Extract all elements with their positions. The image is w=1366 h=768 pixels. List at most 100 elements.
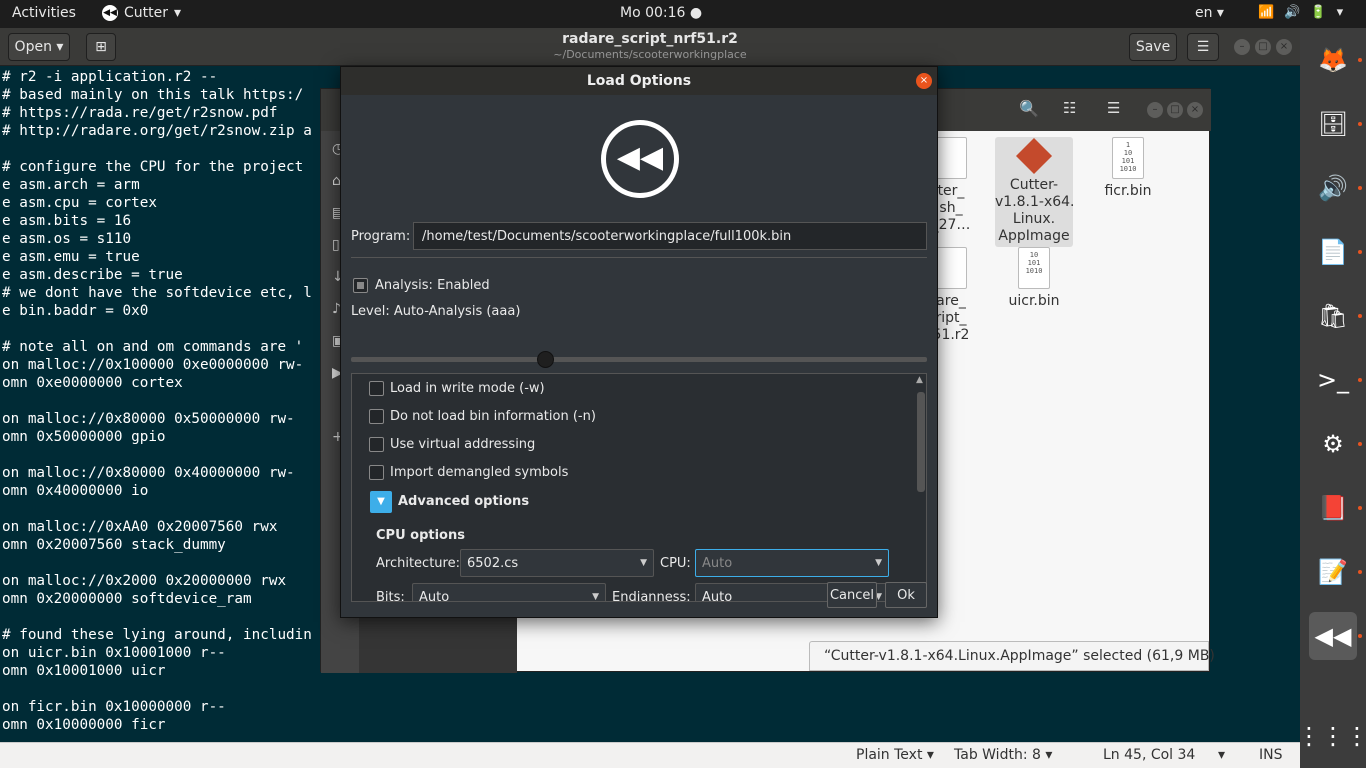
system-tray[interactable]: 📶 🔊 🔋 ▾ xyxy=(1258,5,1343,20)
close-icon[interactable]: × xyxy=(916,73,932,89)
tab-width-selector[interactable]: Tab Width: 8 ▾ xyxy=(954,747,1052,763)
running-indicator xyxy=(1358,186,1362,190)
menu-button[interactable]: ☰ xyxy=(1187,33,1219,61)
running-indicator xyxy=(1358,378,1362,382)
running-indicator xyxy=(1358,634,1362,638)
bits-value: Auto xyxy=(419,589,450,602)
scroll-up-icon[interactable]: ▲ xyxy=(916,375,923,385)
cutter-logo-icon: ◀◀ xyxy=(102,5,118,21)
file-item-selected[interactable]: Cutter- v1.8.1-x64. Linux. AppImage xyxy=(995,137,1075,247)
save-button[interactable]: Save xyxy=(1129,33,1177,61)
document-path: ~/Documents/scooterworkingplace xyxy=(553,48,747,61)
files-icon[interactable]: 🗄 xyxy=(1309,100,1357,148)
open-button[interactable]: Open ▾ xyxy=(8,33,70,61)
settings-icon[interactable]: ⚙ xyxy=(1309,420,1357,468)
options-scroll-area[interactable]: Load in write mode (-w) Do not load bin … xyxy=(351,373,927,602)
cursor-position: Ln 45, Col 34 xyxy=(1103,747,1196,763)
editor-statusbar: Plain Text ▾ Tab Width: 8 ▾ Ln 45, Col 3… xyxy=(0,742,1300,768)
minimize-icon[interactable]: – xyxy=(1234,39,1250,55)
options-scrollbar[interactable]: ▲ ▼ xyxy=(915,374,926,601)
running-indicator xyxy=(1358,506,1362,510)
language-indicator[interactable]: en ▾ xyxy=(1195,5,1224,21)
search-icon[interactable]: 🔍 xyxy=(1019,99,1039,118)
document-title: radare_script_nrf51.r2 xyxy=(562,31,738,47)
ruby-icon xyxy=(1015,137,1053,175)
running-indicator xyxy=(1358,314,1362,318)
architecture-label: Architecture: xyxy=(376,556,460,571)
endianness-label: Endianness: xyxy=(612,590,691,602)
analysis-checkbox[interactable] xyxy=(353,278,368,293)
bits-select[interactable]: Auto ▼ xyxy=(412,583,606,602)
firefox-icon[interactable]: 🦊 xyxy=(1309,36,1357,84)
cancel-button[interactable]: Cancel xyxy=(827,582,877,608)
new-tab-button[interactable]: ⊞ xyxy=(86,33,116,61)
new-document-icon: ⊞ xyxy=(95,39,107,55)
dialog-title: Load Options xyxy=(341,67,937,95)
file-item[interactable]: 1 10 101 1010 ficr.bin xyxy=(1099,137,1157,200)
software-icon[interactable]: 🛍 xyxy=(1309,292,1357,340)
file-name: uicr.bin xyxy=(1008,293,1060,309)
chevron-down-icon: ▼ xyxy=(875,558,882,568)
chevron-down-icon: ▾ xyxy=(1336,5,1344,20)
rhythmbox-icon[interactable]: 🔊 xyxy=(1309,164,1357,212)
no-bin-info-checkbox[interactable] xyxy=(369,409,384,424)
ok-button[interactable]: Ok xyxy=(885,582,927,608)
program-label: Program: xyxy=(351,229,411,244)
file-name: ficr.bin xyxy=(1104,183,1152,199)
file-icon[interactable]: ▯ xyxy=(332,237,340,253)
editor-headerbar: Open ▾ ⊞ radare_script_nrf51.r2 ~/Docume… xyxy=(0,28,1300,66)
slider-handle[interactable] xyxy=(537,351,554,368)
load-options-dialog: Load Options × ◀◀ Program: /home/test/Do… xyxy=(340,66,938,618)
virtual-addressing-checkbox[interactable] xyxy=(369,437,384,452)
close-icon[interactable]: × xyxy=(1276,39,1292,55)
binary-file-icon: 10 101 1010 xyxy=(1018,247,1050,289)
terminal-icon[interactable]: >_ xyxy=(1309,356,1357,404)
text-editor-icon[interactable]: 📝 xyxy=(1309,548,1357,596)
cutter-icon[interactable]: ◀◀ xyxy=(1309,612,1357,660)
option-label: Load in write mode (-w) xyxy=(390,381,545,396)
app-menu[interactable]: ◀◀ Cutter ▾ xyxy=(102,5,181,21)
endianness-value: Auto xyxy=(702,589,733,602)
program-path-field[interactable]: /home/test/Documents/scooterworkingplace… xyxy=(413,222,927,250)
running-indicator xyxy=(1358,570,1362,574)
open-button-label: Open xyxy=(14,39,52,55)
option-label: Import demangled symbols xyxy=(390,465,569,480)
architecture-select[interactable]: 6502.cs ▼ xyxy=(460,549,654,577)
clock[interactable]: Mo 00:16 ● xyxy=(620,5,702,21)
writer-icon[interactable]: 📄 xyxy=(1309,228,1357,276)
view-toggle-icon[interactable]: ☷ xyxy=(1063,99,1076,117)
running-indicator xyxy=(1358,442,1362,446)
activities-button[interactable]: Activities xyxy=(12,5,76,21)
code-line: omn 0x10000000 ficr xyxy=(2,717,166,733)
language-selector[interactable]: Plain Text ▾ xyxy=(856,747,934,763)
level-label: Level: Auto-Analysis (aaa) xyxy=(351,304,521,319)
analysis-level-slider[interactable] xyxy=(351,357,927,362)
selection-status: “Cutter-v1.8.1-x64.Linux.AppImage” selec… xyxy=(809,641,1215,671)
minimize-icon[interactable]: – xyxy=(1147,102,1163,118)
app-grid-icon[interactable]: ⋮⋮⋮ xyxy=(1297,712,1366,760)
running-indicator xyxy=(1358,250,1362,254)
top-bar: Activities ◀◀ Cutter ▾ Mo 00:16 ● en ▾ 📶… xyxy=(0,0,1366,28)
binary-file-icon: 1 10 101 1010 xyxy=(1112,137,1144,179)
cpu-input[interactable]: Auto ▼ xyxy=(695,549,889,577)
menu-icon[interactable]: ☰ xyxy=(1107,99,1120,117)
option-label: Use virtual addressing xyxy=(390,437,536,452)
bits-label: Bits: xyxy=(376,590,405,602)
maximize-icon[interactable]: □ xyxy=(1167,102,1183,118)
advanced-options-label: Advanced options xyxy=(398,494,530,509)
scrollbar-thumb[interactable] xyxy=(917,392,925,492)
advanced-options-toggle[interactable]: ▼ xyxy=(370,491,392,513)
cutter-logo-icon: ◀◀ xyxy=(601,120,679,198)
running-indicator xyxy=(1358,58,1362,62)
maximize-icon[interactable]: □ xyxy=(1255,39,1271,55)
chevron-down-icon[interactable]: ▾ xyxy=(1218,747,1225,763)
document-icon xyxy=(935,247,967,289)
divider xyxy=(351,257,927,258)
close-icon[interactable]: × xyxy=(1187,102,1203,118)
write-mode-checkbox[interactable] xyxy=(369,381,384,396)
demangled-symbols-checkbox[interactable] xyxy=(369,465,384,480)
document-viewer-icon[interactable]: 📕 xyxy=(1309,484,1357,532)
file-item[interactable]: 10 101 1010 uicr.bin xyxy=(1005,247,1063,310)
dock: 🦊 🗄 🔊 📄 🛍 >_ ⚙ 📕 📝 ◀◀ ⋮⋮⋮ xyxy=(1297,28,1366,768)
cpu-label: CPU: xyxy=(660,556,691,571)
